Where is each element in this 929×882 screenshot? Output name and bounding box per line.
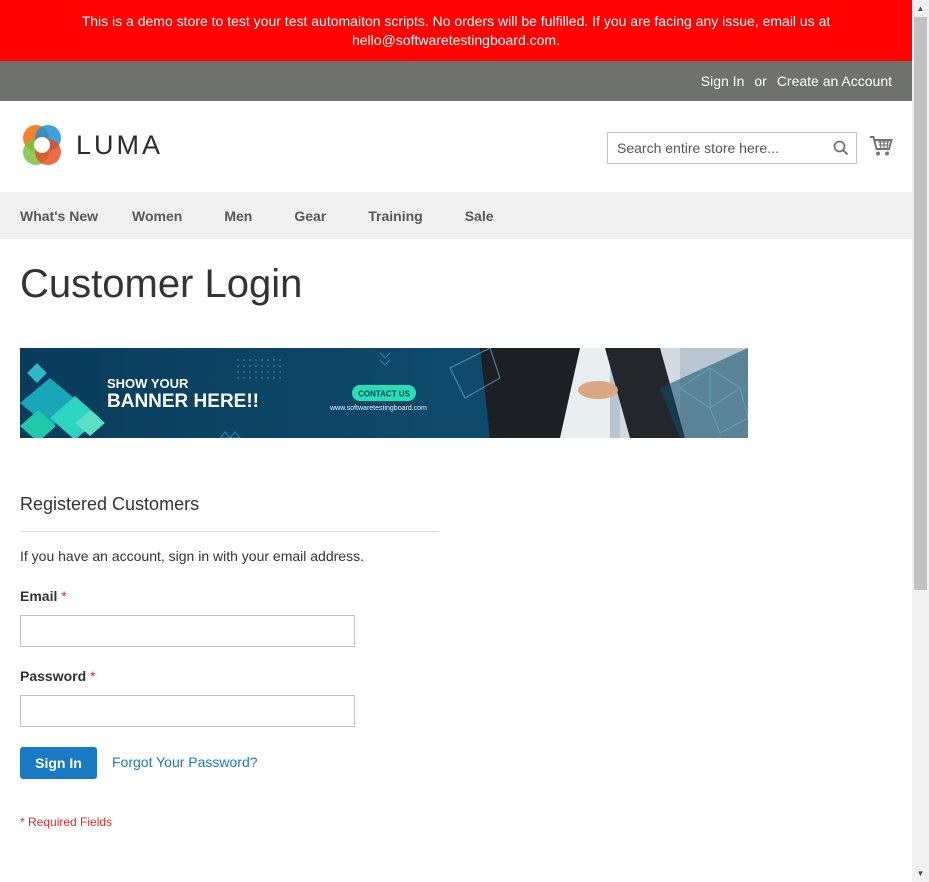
search-input[interactable]: Search entire store here... [617, 140, 826, 156]
banner-line2: BANNER HERE!! [107, 391, 259, 412]
nav-item-sale[interactable]: Sale [465, 208, 494, 224]
sign-in-link[interactable]: Sign In [701, 73, 745, 89]
page: This is a demo store to test your test a… [0, 0, 912, 882]
main-navigation: What's New Women Men Gear Training Sale [0, 192, 912, 239]
sign-in-button[interactable]: Sign In [20, 747, 97, 779]
banner-line1: SHOW YOUR [107, 376, 189, 391]
banner-contact-button[interactable]: CONTACT US [358, 390, 411, 399]
login-intro-text: If you have an account, sign in with you… [20, 548, 364, 564]
nav-item-men[interactable]: Men [224, 208, 252, 224]
cart-icon[interactable] [869, 135, 893, 162]
email-label: Email * [20, 588, 67, 604]
search-box[interactable]: Search entire store here... [607, 132, 857, 164]
required-marker: * [90, 668, 96, 684]
demo-notice-bar: This is a demo store to test your test a… [0, 0, 912, 61]
page-title: Customer Login [20, 262, 303, 306]
header-top-links: Sign In or Create an Account [0, 61, 912, 101]
scrollbar-thumb[interactable] [914, 17, 927, 590]
promo-banner[interactable]: SHOW YOUR BANNER HERE!! CONTACT US www.s… [20, 348, 748, 438]
nav-item-gear[interactable]: Gear [294, 208, 326, 224]
banner-graphic: SHOW YOUR BANNER HERE!! CONTACT US www.s… [20, 348, 748, 438]
logo-text: LUMA [76, 129, 164, 160]
password-field[interactable] [20, 695, 355, 727]
nav-item-training[interactable]: Training [368, 208, 422, 224]
scroll-up-arrow-icon[interactable]: ▲ [912, 0, 929, 17]
password-label: Password * [20, 668, 96, 684]
forgot-password-link[interactable]: Forgot Your Password? [112, 754, 258, 770]
registered-customers-title: Registered Customers [20, 494, 200, 514]
luma-logo-icon [23, 125, 61, 165]
demo-notice-text: This is a demo store to test your test a… [81, 12, 831, 48]
email-field[interactable] [20, 615, 355, 647]
logo[interactable]: LUMA [20, 123, 163, 167]
banner-url: www.softwaretestingboard.com [329, 405, 427, 412]
section-divider [20, 531, 439, 532]
scroll-down-arrow-icon[interactable]: ▼ [912, 865, 929, 882]
search-icon[interactable] [826, 140, 856, 156]
required-fields-note: * Required Fields [20, 815, 113, 829]
nav-item-women[interactable]: Women [132, 208, 182, 224]
nav-item-whats-new[interactable]: What's New [20, 208, 98, 224]
required-marker: * [61, 588, 67, 604]
header: LUMA Search entire store here... [0, 101, 912, 192]
or-separator: or [754, 73, 767, 89]
create-account-link[interactable]: Create an Account [777, 73, 892, 89]
